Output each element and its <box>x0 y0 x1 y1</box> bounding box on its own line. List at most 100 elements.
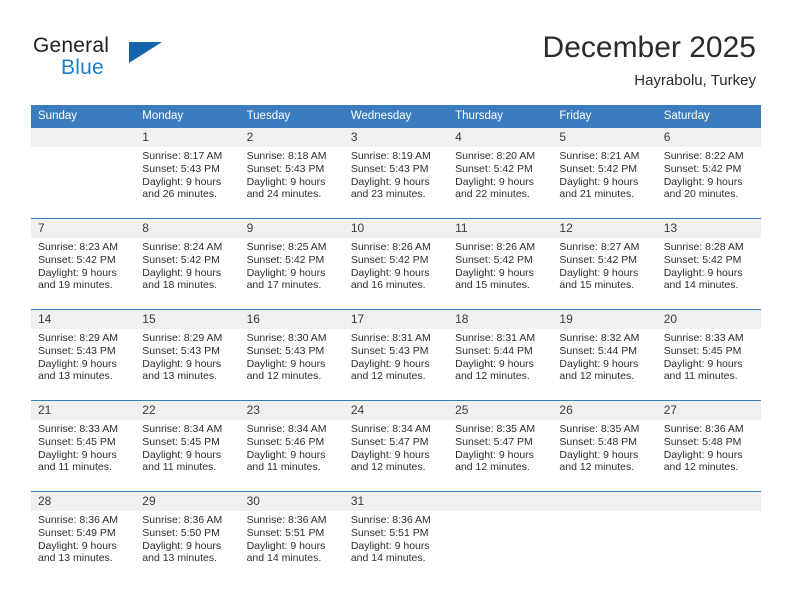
day-info: Sunrise: 8:31 AM Sunset: 5:44 PM Daylight:… <box>448 329 552 383</box>
day-cell-22[interactable]: 22 Sunrise: 8:34 AM Sunset: 5:45 PM Dayligh… <box>135 401 240 490</box>
day-info: Sunrise: 8:24 AM Sunset: 5:42 PM Daylight:… <box>135 238 239 292</box>
page-header: General Blue December 2025 Hayrabolu, Tu… <box>0 0 792 104</box>
sunset-text: Sunset: 5:48 PM <box>663 435 742 448</box>
day-cell: 3 Sunrise: 8:19 AM Sunset: 5:43 PM Daylight… <box>343 127 449 219</box>
week-row: 21 Sunrise: 8:33 AM Sunset: 5:45 PM Dayligh… <box>31 400 761 492</box>
daylight-text-line1: Daylight: 9 hours <box>38 539 117 552</box>
day-number: 6 <box>656 128 761 147</box>
calendar-page: General Blue December 2025 Hayrabolu, Tu… <box>0 0 792 612</box>
day-cell-5[interactable]: 5 Sunrise: 8:21 AM Sunset: 5:42 PM Daylight… <box>552 128 657 217</box>
day-cell-19[interactable]: 19 Sunrise: 8:32 AM Sunset: 5:44 PM Dayligh… <box>552 310 657 399</box>
sunrise-text: Sunrise: 8:29 AM <box>142 332 223 344</box>
sunset-text: Sunset: 5:42 PM <box>38 253 116 266</box>
daylight-text-line1: Daylight: 9 hours <box>246 175 326 188</box>
day-cell-6[interactable]: 6 Sunrise: 8:22 AM Sunset: 5:42 PM Daylight… <box>656 128 761 217</box>
day-cell-25[interactable]: 25 Sunrise: 8:35 AM Sunset: 5:47 PM Dayligh… <box>448 401 553 490</box>
daylight-text-line1: Daylight: 9 hours <box>455 357 534 370</box>
day-info: Sunrise: 8:29 AM Sunset: 5:43 PM Daylight:… <box>135 329 239 383</box>
day-number: 22 <box>135 401 240 420</box>
sunrise-text: Sunrise: 8:35 AM <box>559 423 640 435</box>
day-cell-30[interactable]: 30 Sunrise: 8:36 AM Sunset: 5:51 PM Dayligh… <box>239 492 344 581</box>
day-cell: 4 Sunrise: 8:20 AM Sunset: 5:42 PM Daylight… <box>448 127 553 219</box>
brand-logo[interactable]: General Blue <box>33 34 253 84</box>
sunset-text: Sunset: 5:42 PM <box>663 162 742 175</box>
day-cell-3[interactable]: 3 Sunrise: 8:19 AM Sunset: 5:43 PM Daylight… <box>343 128 449 217</box>
week-row: 1 Sunrise: 8:17 AM Sunset: 5:43 PM Daylight… <box>31 127 761 219</box>
daylight-text-line2: and 24 minutes. <box>246 188 322 201</box>
day-info: Sunrise: 8:25 AM Sunset: 5:42 PM Daylight:… <box>240 238 344 292</box>
day-info: Sunrise: 8:34 AM Sunset: 5:45 PM Daylight:… <box>135 420 239 474</box>
day-number: 9 <box>239 219 344 238</box>
weekday-header-row: Sunday Monday Tuesday Wednesday Thursday… <box>31 105 761 128</box>
day-info: Sunrise: 8:20 AM Sunset: 5:42 PM Daylight:… <box>448 147 552 201</box>
day-cell: 14 Sunrise: 8:29 AM Sunset: 5:43 PM Dayligh… <box>31 309 136 401</box>
daylight-text-line1: Daylight: 9 hours <box>246 539 326 552</box>
day-cell-23[interactable]: 23 Sunrise: 8:34 AM Sunset: 5:46 PM Dayligh… <box>239 401 344 490</box>
title-block: December 2025 Hayrabolu, Turkey <box>543 30 756 92</box>
day-cell-18[interactable]: 18 Sunrise: 8:31 AM Sunset: 5:44 PM Dayligh… <box>448 310 553 399</box>
day-info: Sunrise: 8:36 AM Sunset: 5:50 PM Daylight:… <box>135 511 239 565</box>
day-number: 12 <box>552 219 657 238</box>
day-cell-9[interactable]: 9 Sunrise: 8:25 AM Sunset: 5:42 PM Daylight… <box>239 219 344 308</box>
day-cell: 15 Sunrise: 8:29 AM Sunset: 5:43 PM Dayligh… <box>135 309 240 401</box>
sunset-text: Sunset: 5:42 PM <box>246 253 325 266</box>
sunset-text: Sunset: 5:45 PM <box>38 435 116 448</box>
page-title: December 2025 <box>542 31 756 64</box>
daylight-text-line2: and 26 minutes. <box>142 188 217 201</box>
day-cell: 1 Sunrise: 8:17 AM Sunset: 5:43 PM Daylight… <box>135 127 240 219</box>
day-cell-17[interactable]: 17 Sunrise: 8:31 AM Sunset: 5:43 PM Dayligh… <box>343 310 449 399</box>
day-info: Sunrise: 8:28 AM Sunset: 5:42 PM Daylight:… <box>657 238 761 292</box>
day-cell-29[interactable]: 29 Sunrise: 8:36 AM Sunset: 5:50 PM Dayligh… <box>135 492 240 581</box>
day-cell-15[interactable]: 15 Sunrise: 8:29 AM Sunset: 5:43 PM Dayligh… <box>135 310 240 399</box>
day-cell-1[interactable]: 1 Sunrise: 8:17 AM Sunset: 5:43 PM Daylight… <box>135 128 240 217</box>
day-info: Sunrise: 8:33 AM Sunset: 5:45 PM Daylight:… <box>657 329 761 383</box>
day-number: 25 <box>448 401 553 420</box>
day-cell-20[interactable]: 20 Sunrise: 8:33 AM Sunset: 5:45 PM Dayligh… <box>656 310 761 399</box>
day-number: 17 <box>343 310 449 329</box>
daylight-text-line1: Daylight: 9 hours <box>142 539 222 552</box>
sunrise-text: Sunrise: 8:31 AM <box>350 332 431 344</box>
day-cell-21[interactable]: 21 Sunrise: 8:33 AM Sunset: 5:45 PM Dayligh… <box>31 401 136 490</box>
day-cell: 29 Sunrise: 8:36 AM Sunset: 5:50 PM Dayligh… <box>135 491 240 582</box>
daylight-text-line1: Daylight: 9 hours <box>38 266 117 279</box>
triangle-flag-icon <box>129 42 162 63</box>
day-cell-16[interactable]: 16 Sunrise: 8:30 AM Sunset: 5:43 PM Dayligh… <box>239 310 344 399</box>
day-info: Sunrise: 8:26 AM Sunset: 5:42 PM Daylight:… <box>344 238 448 292</box>
day-cell: 5 Sunrise: 8:21 AM Sunset: 5:42 PM Daylight… <box>552 127 657 219</box>
day-info: Sunrise: 8:22 AM Sunset: 5:42 PM Daylight:… <box>657 147 761 201</box>
sunrise-text: Sunrise: 8:18 AM <box>246 150 327 162</box>
daylight-text-line1: Daylight: 9 hours <box>559 448 639 461</box>
day-cell: 2 Sunrise: 8:18 AM Sunset: 5:43 PM Daylight… <box>239 127 344 219</box>
day-cell-7[interactable]: 7 Sunrise: 8:23 AM Sunset: 5:42 PM Daylight… <box>31 219 136 308</box>
sunrise-text: Sunrise: 8:36 AM <box>246 514 327 526</box>
sunrise-text: Sunrise: 8:36 AM <box>350 514 431 526</box>
day-cell-24[interactable]: 24 Sunrise: 8:34 AM Sunset: 5:47 PM Dayligh… <box>343 401 449 490</box>
day-cell-11[interactable]: 11 Sunrise: 8:26 AM Sunset: 5:42 PM Dayligh… <box>448 219 553 308</box>
sunrise-text: Sunrise: 8:36 AM <box>663 423 744 435</box>
daylight-text-line1: Daylight: 9 hours <box>663 357 743 370</box>
day-cell-12[interactable]: 12 Sunrise: 8:27 AM Sunset: 5:42 PM Dayligh… <box>552 219 657 308</box>
day-cell-empty <box>31 128 136 217</box>
day-cell-31[interactable]: 31 Sunrise: 8:36 AM Sunset: 5:51 PM Dayligh… <box>343 492 449 581</box>
week-row: 7 Sunrise: 8:23 AM Sunset: 5:42 PM Daylight… <box>31 218 761 310</box>
daylight-text-line2: and 12 minutes. <box>559 370 635 383</box>
day-cell-2[interactable]: 2 Sunrise: 8:18 AM Sunset: 5:43 PM Daylight… <box>239 128 344 217</box>
day-cell-13[interactable]: 13 Sunrise: 8:28 AM Sunset: 5:42 PM Dayligh… <box>656 219 761 308</box>
day-cell-27[interactable]: 27 Sunrise: 8:36 AM Sunset: 5:48 PM Dayligh… <box>656 401 761 490</box>
day-info: Sunrise: 8:35 AM Sunset: 5:47 PM Daylight:… <box>448 420 552 474</box>
day-cell-26[interactable]: 26 Sunrise: 8:35 AM Sunset: 5:48 PM Dayligh… <box>552 401 657 490</box>
daylight-text-line2: and 21 minutes. <box>559 188 635 201</box>
day-cell: 8 Sunrise: 8:24 AM Sunset: 5:42 PM Daylight… <box>135 218 240 310</box>
day-cell: 10 Sunrise: 8:26 AM Sunset: 5:42 PM Dayligh… <box>343 218 449 310</box>
day-cell: 9 Sunrise: 8:25 AM Sunset: 5:42 PM Daylight… <box>239 218 344 310</box>
daylight-text-line2: and 12 minutes. <box>350 461 426 474</box>
day-cell-4[interactable]: 4 Sunrise: 8:20 AM Sunset: 5:42 PM Daylight… <box>448 128 553 217</box>
day-info: Sunrise: 8:31 AM Sunset: 5:43 PM Daylight:… <box>344 329 448 383</box>
day-cell-10[interactable]: 10 Sunrise: 8:26 AM Sunset: 5:42 PM Dayligh… <box>343 219 449 308</box>
day-cell-14[interactable]: 14 Sunrise: 8:29 AM Sunset: 5:43 PM Dayligh… <box>31 310 136 399</box>
day-cell-28[interactable]: 28 Sunrise: 8:36 AM Sunset: 5:49 PM Dayligh… <box>31 492 136 581</box>
sunset-text: Sunset: 5:50 PM <box>142 526 220 539</box>
daylight-text-line2: and 11 minutes. <box>663 370 738 383</box>
day-cell-8[interactable]: 8 Sunrise: 8:24 AM Sunset: 5:42 PM Daylight… <box>135 219 240 308</box>
daylight-text-line2: and 12 minutes. <box>350 370 426 383</box>
